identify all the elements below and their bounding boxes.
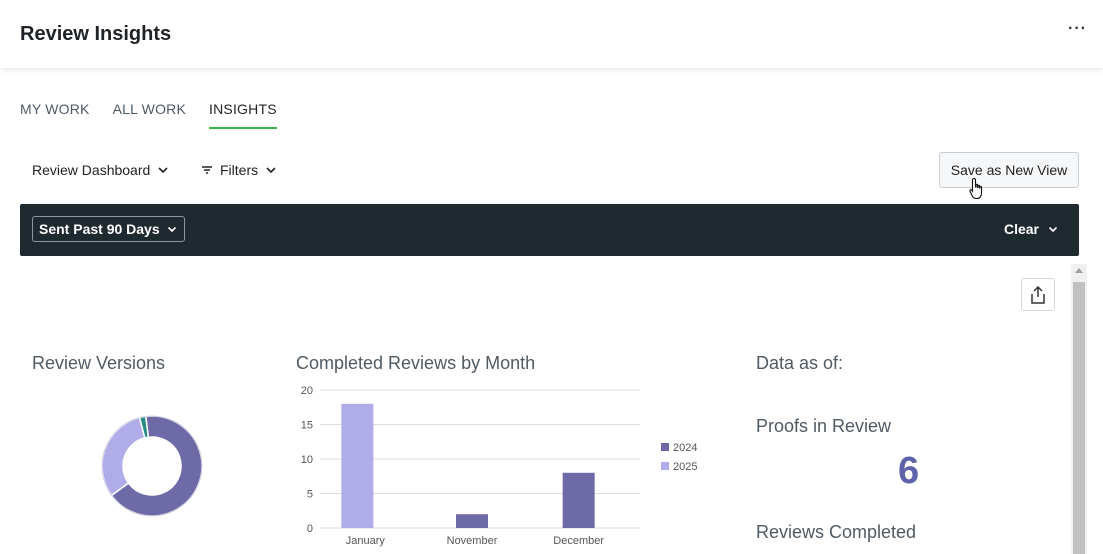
scrollbar-thumb[interactable] (1073, 282, 1085, 554)
date-range-filter-chip[interactable]: Sent Past 90 Days (32, 216, 185, 242)
x-tick-label: December (553, 535, 604, 547)
export-button[interactable] (1021, 278, 1055, 311)
y-tick-label: 5 (307, 489, 313, 501)
hand-cursor-icon (969, 177, 983, 200)
review-versions-title: Review Versions (32, 353, 166, 373)
more-options-icon[interactable]: ··· (1068, 20, 1087, 38)
chevron-down-icon (158, 167, 168, 174)
chevron-down-icon (266, 167, 276, 174)
y-tick-label: 20 (301, 385, 313, 397)
clear-filters-button[interactable]: Clear (1004, 221, 1059, 237)
legend-label-2025: 2025 (673, 461, 697, 473)
review-dashboard-label: Review Dashboard (32, 162, 151, 178)
chevron-down-icon (167, 226, 176, 233)
y-tick-label: 10 (301, 454, 313, 466)
toolbar: Review Dashboard Filters Save as New Vie… (20, 152, 1080, 188)
y-tick-label: 15 (301, 420, 313, 432)
chevron-down-icon (1048, 226, 1058, 233)
header-bar: Review Insights ··· (0, 0, 1103, 68)
data-as-of-label: Data as of: (756, 353, 844, 373)
share-icon (1031, 285, 1045, 304)
review-versions-donut-chart (101, 415, 203, 517)
tab-insights[interactable]: INSIGHTS (209, 101, 277, 129)
x-tick-label: January (346, 535, 386, 547)
filters-label: Filters (220, 162, 259, 178)
save-as-new-view-button[interactable]: Save as New View (939, 152, 1079, 188)
completed-reviews-bar-chart: 0 5 10 15 20 January November December 2024 2025 (301, 385, 698, 547)
filter-icon (202, 166, 212, 174)
x-tick-label: November (447, 535, 498, 547)
review-dashboard-dropdown[interactable]: Review Dashboard (32, 152, 170, 188)
proofs-in-review-title: Proofs in Review (756, 416, 892, 436)
bar-2024-december[interactable] (562, 472, 595, 528)
bar-2025-january[interactable] (341, 403, 374, 528)
clear-label: Clear (1003, 221, 1039, 237)
completed-reviews-title: Completed Reviews by Month (296, 353, 536, 373)
scroll-up-arrow-icon[interactable] (1075, 268, 1083, 273)
y-tick-label: 0 (307, 523, 313, 535)
legend-swatch-2025 (661, 462, 669, 470)
filter-bar: Sent Past 90 Days Clear (20, 204, 1079, 256)
tab-my-work[interactable]: MY WORK (20, 101, 90, 129)
legend-swatch-2024 (661, 443, 669, 451)
page-title: Review Insights (20, 23, 172, 45)
reviews-completed-title: Reviews Completed (756, 522, 917, 542)
date-range-filter-label: Sent Past 90 Days (39, 221, 160, 237)
tab-bar: MY WORK ALL WORK INSIGHTS (20, 101, 300, 129)
filters-dropdown[interactable]: Filters (200, 152, 278, 188)
bar-2024-november[interactable] (456, 514, 488, 528)
donut-slice-1[interactable] (101, 416, 146, 497)
tab-all-work[interactable]: ALL WORK (113, 101, 186, 129)
legend-label-2024: 2024 (673, 442, 697, 454)
proofs-in-review-value: 6 (898, 450, 920, 492)
